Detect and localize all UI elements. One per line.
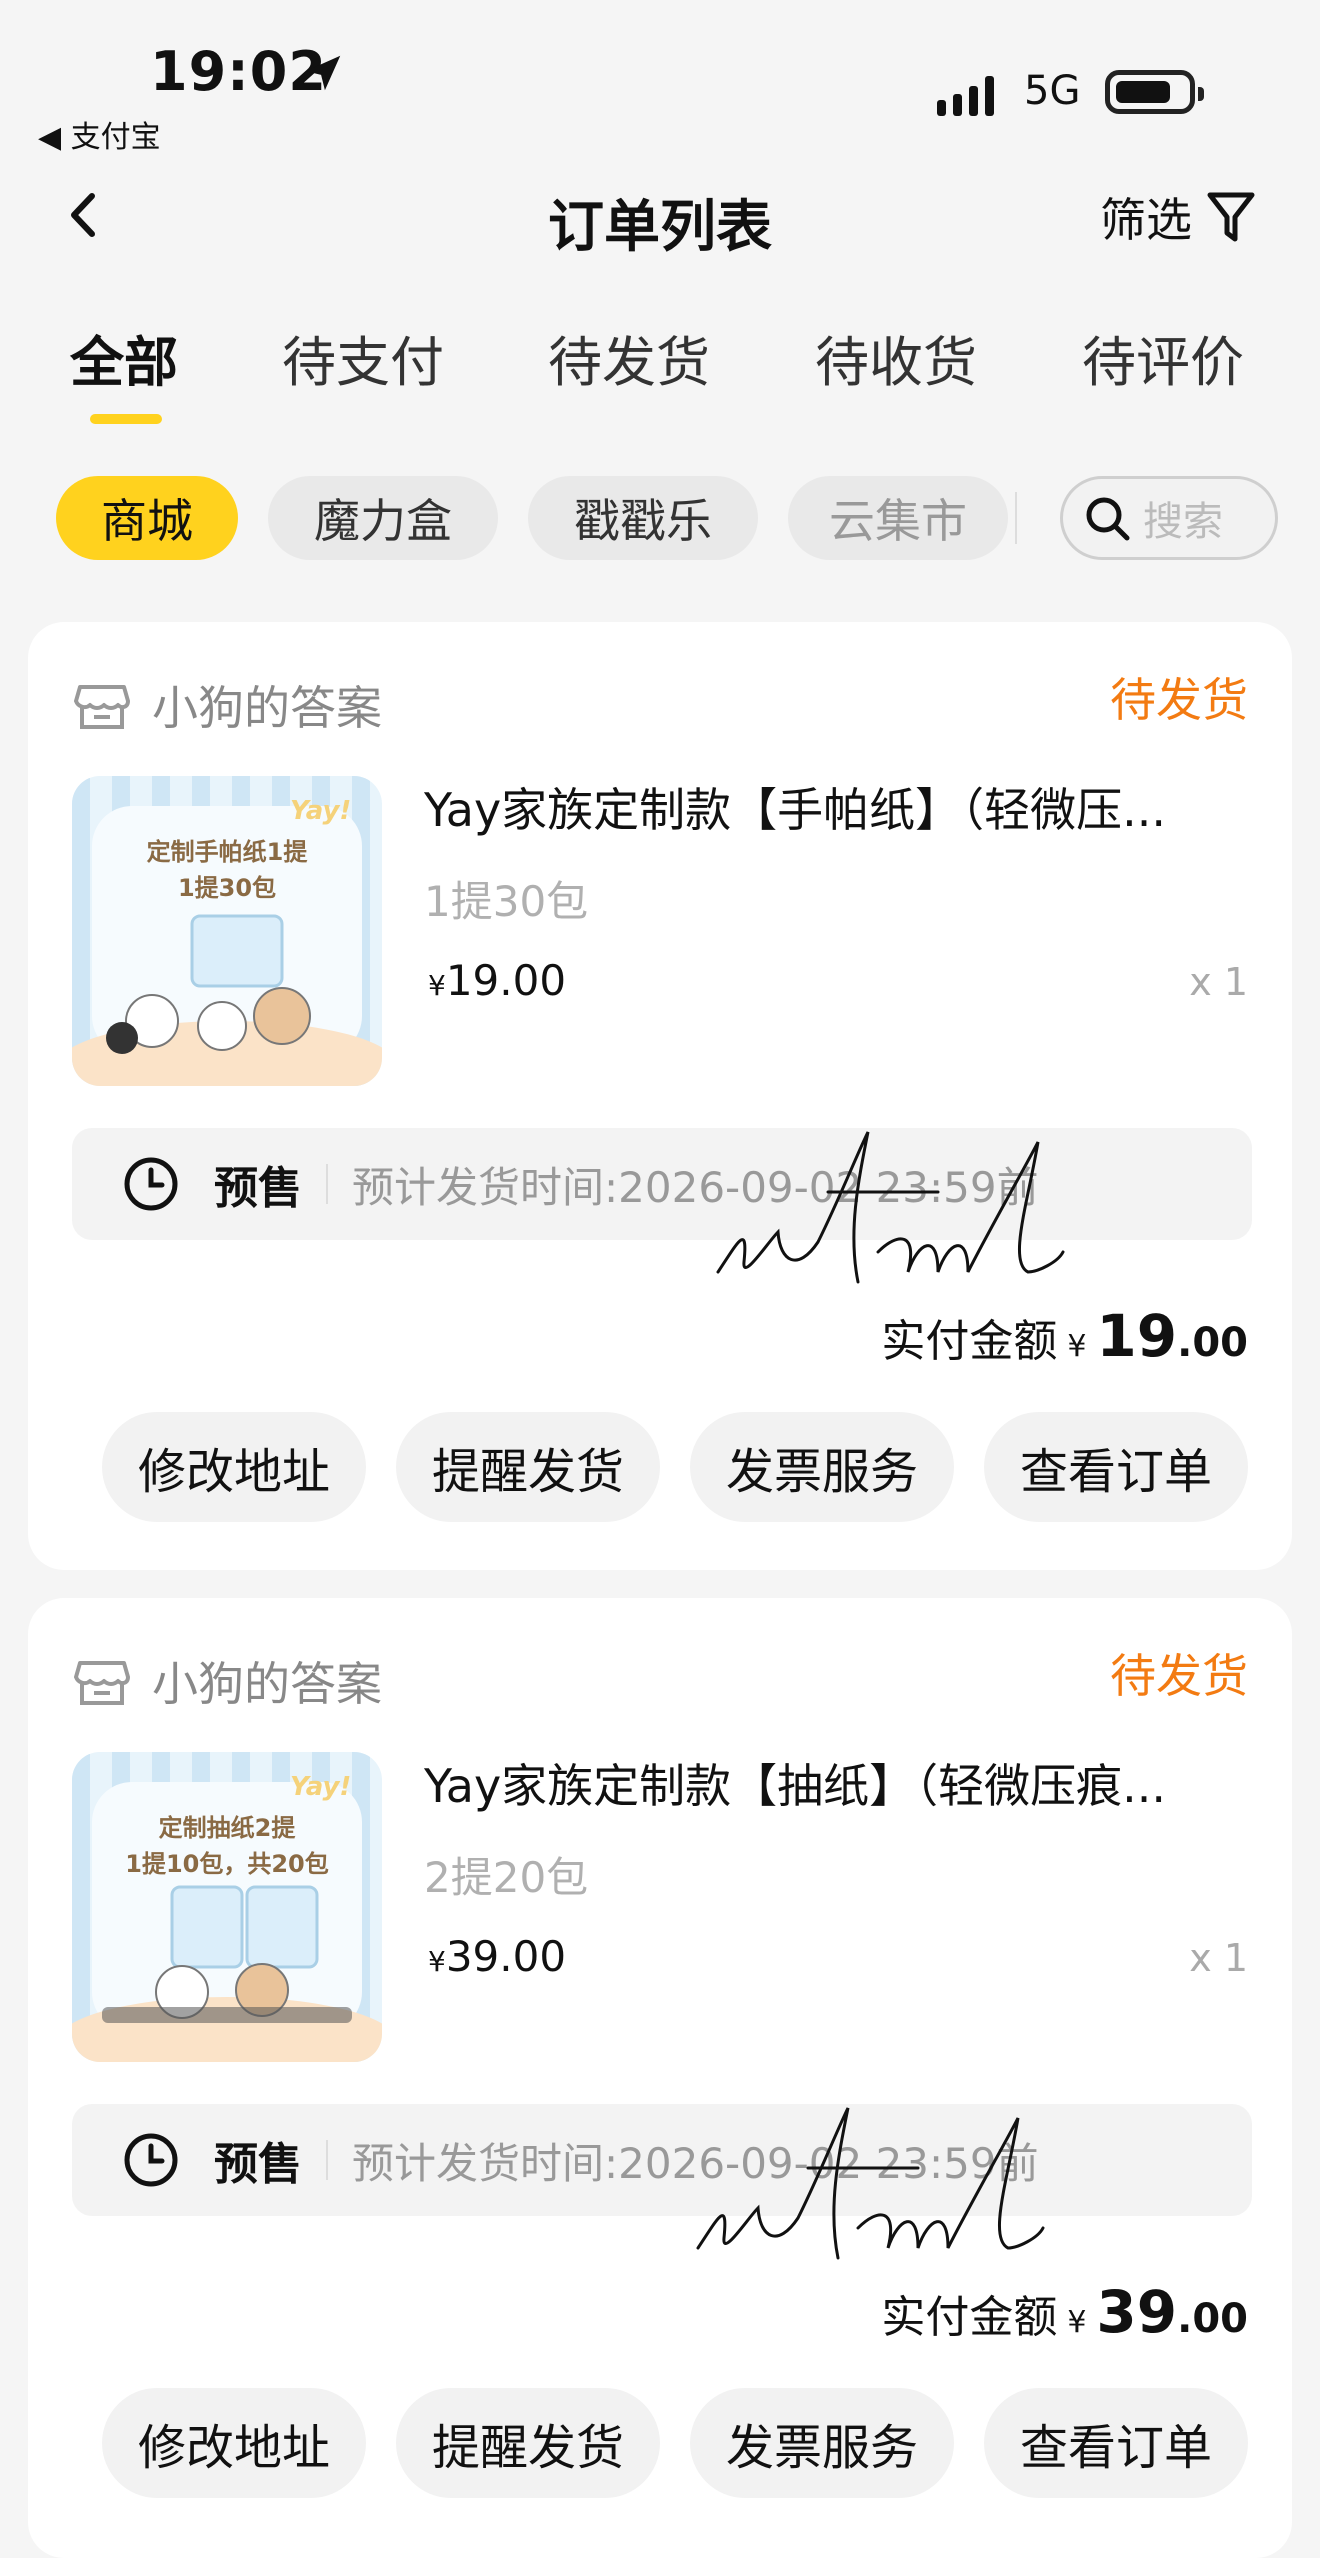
chip-mall[interactable]: 商城 <box>56 476 238 560</box>
filter-button[interactable]: 筛选 <box>1100 184 1256 250</box>
chip-divider <box>1015 492 1017 544</box>
presale-label: 预售 <box>214 2139 302 2190</box>
product-price: ¥19.00 <box>428 956 566 1005</box>
product-title[interactable]: Yay家族定制款【抽纸】（轻微压痕... <box>424 1750 1254 1816</box>
product-thumbnail[interactable]: 定制抽纸2提 1提10包，共20包 Yay! <box>72 1752 382 2062</box>
price-value: 19.00 <box>445 956 567 1005</box>
tab-pending-payment[interactable]: 待支付 <box>282 318 444 397</box>
paid-decimal: .00 <box>1177 1320 1248 1366</box>
shop-link[interactable]: 小狗的答案 <box>72 1648 382 1714</box>
shop-name: 小狗的答案 <box>152 681 382 735</box>
tab-pending-receipt[interactable]: 待收货 <box>815 318 977 397</box>
paid-integer: 39 <box>1096 2278 1178 2346</box>
tab-pending-shipment[interactable]: 待发货 <box>548 318 710 397</box>
estimated-ship-time: 预计发货时间:2026-09-02 23:59前 <box>352 1162 1039 1212</box>
change-address-button[interactable]: 修改地址 <box>102 1412 366 1522</box>
paid-decimal: .00 <box>1177 2296 1248 2342</box>
search-input[interactable]: 搜索 <box>1060 476 1278 560</box>
invoice-service-button[interactable]: 发票服务 <box>690 2388 954 2498</box>
product-title[interactable]: Yay家族定制款【手帕纸】（轻微压... <box>424 774 1254 840</box>
chip-poke[interactable]: 戳戳乐 <box>528 476 758 560</box>
thumb-caption: 1提30包 <box>177 874 277 902</box>
battery-icon <box>1105 70 1204 114</box>
clock-icon <box>124 1157 178 1211</box>
order-status-badge: 待发货 <box>1110 1649 1248 1703</box>
product-price: ¥39.00 <box>428 1932 566 1981</box>
order-tabs: 全部 待支付 待发货 待收货 待评价 <box>0 318 1320 428</box>
paid-integer: 19 <box>1096 1302 1178 1370</box>
filter-icon <box>1207 192 1255 242</box>
active-tab-indicator <box>90 414 162 424</box>
currency-symbol: ¥ <box>1067 1329 1087 1364</box>
presale-info: 预售 预计发货时间:2026-09-02 23:59前 <box>72 2104 1252 2216</box>
paid-amount: 实付金额 ¥ 39 .00 <box>881 2278 1248 2346</box>
remind-ship-button[interactable]: 提醒发货 <box>396 1412 660 1522</box>
paid-label: 实付金额 <box>881 1316 1058 1367</box>
category-chips: 商城 魔力盒 戳戳乐 云集市 搜索 <box>0 476 1320 562</box>
nav-bar: 订单列表 筛选 <box>0 160 1320 270</box>
signal-icon <box>937 76 994 116</box>
product-spec: 2提20包 <box>424 1853 589 1902</box>
chip-magic-box[interactable]: 魔力盒 <box>268 476 498 560</box>
view-order-button[interactable]: 查看订单 <box>984 1412 1248 1522</box>
product-spec: 1提30包 <box>424 877 589 926</box>
product-quantity: x 1 <box>1189 1936 1248 1980</box>
network-label: 5G <box>1024 68 1081 114</box>
divider <box>326 1164 328 1204</box>
currency-symbol: ¥ <box>1067 2305 1087 2340</box>
thumb-caption: 1提10包，共20包 <box>125 1850 329 1878</box>
back-to-alipay-link[interactable]: ◀ 支付宝 <box>38 112 161 156</box>
search-placeholder: 搜索 <box>1143 499 1223 545</box>
location-arrow-icon <box>305 55 341 91</box>
tab-all[interactable]: 全部 <box>70 318 178 397</box>
invoice-service-button[interactable]: 发票服务 <box>690 1412 954 1522</box>
paid-label: 实付金额 <box>881 2292 1058 2343</box>
currency-symbol: ¥ <box>428 969 446 1002</box>
status-bar: 19:02 ◀ 支付宝 5G <box>0 0 1320 160</box>
shop-name: 小狗的答案 <box>152 1657 382 1711</box>
estimated-ship-time: 预计发货时间:2026-09-02 23:59前 <box>352 2138 1039 2188</box>
thumb-caption: 定制手帕纸1提 <box>146 838 308 866</box>
remind-ship-button[interactable]: 提醒发货 <box>396 2388 660 2498</box>
store-icon <box>74 1661 130 1705</box>
store-icon <box>74 685 130 729</box>
paid-amount: 实付金额 ¥ 19 .00 <box>881 1302 1248 1370</box>
search-icon <box>1086 497 1130 541</box>
change-address-button[interactable]: 修改地址 <box>102 2388 366 2498</box>
shop-link[interactable]: 小狗的答案 <box>72 672 382 738</box>
clock-icon <box>124 2133 178 2187</box>
price-value: 39.00 <box>445 1932 567 1981</box>
tab-pending-review[interactable]: 待评价 <box>1082 318 1244 397</box>
presale-label: 预售 <box>214 1163 302 1214</box>
order-status-badge: 待发货 <box>1110 673 1248 727</box>
thumb-brand-logo: Yay! <box>290 796 352 826</box>
thumb-caption: 定制抽纸2提 <box>158 1814 296 1842</box>
currency-symbol: ¥ <box>428 1945 446 1978</box>
order-card[interactable]: 小狗的答案 待发货 定制手帕纸1提 1提30包 Yay! Yay家族定制款【手帕… <box>28 622 1292 1570</box>
thumb-brand-logo: Yay! <box>290 1772 352 1802</box>
view-order-button[interactable]: 查看订单 <box>984 2388 1248 2498</box>
filter-label: 筛选 <box>1100 193 1192 247</box>
presale-info: 预售 预计发货时间:2026-09-02 23:59前 <box>72 1128 1252 1240</box>
order-card[interactable]: 小狗的答案 待发货 定制抽纸2提 1提10包，共20包 Yay! Yay家族定制… <box>28 1598 1292 2558</box>
product-thumbnail[interactable]: 定制手帕纸1提 1提30包 Yay! <box>72 776 382 1086</box>
product-quantity: x 1 <box>1189 960 1248 1004</box>
chip-cloud-market[interactable]: 云集市 <box>788 476 1008 560</box>
divider <box>326 2140 328 2180</box>
